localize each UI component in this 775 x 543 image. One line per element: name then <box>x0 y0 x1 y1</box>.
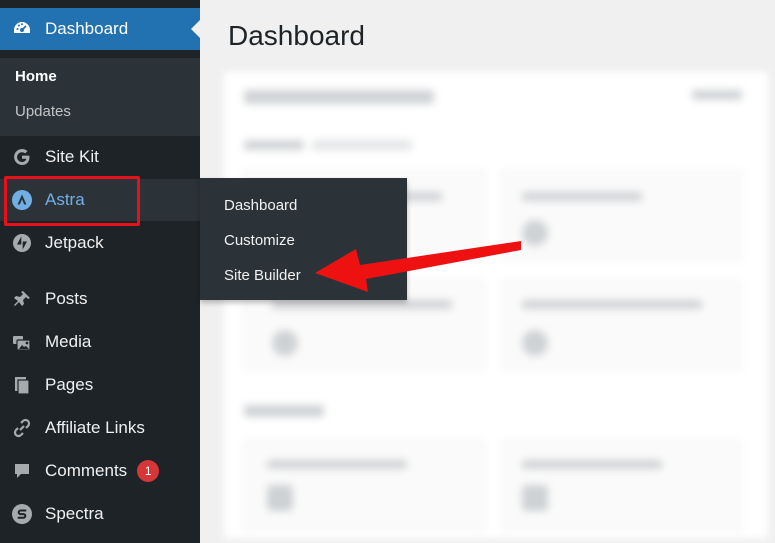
page-title: Dashboard <box>228 20 365 51</box>
link-icon <box>11 417 33 439</box>
comment-icon <box>11 460 33 482</box>
sidebar-item-spectra[interactable]: Spectra <box>0 493 200 535</box>
flyout-item-site-builder[interactable]: Site Builder <box>224 267 301 284</box>
google-g-icon <box>11 146 33 168</box>
sidebar-item-label: Astra <box>45 190 85 209</box>
pages-icon <box>11 374 33 396</box>
comment-count-badge: 1 <box>137 460 160 482</box>
media-icon <box>11 331 33 353</box>
placeholder-card <box>502 280 742 370</box>
sidebar-item-label: Jetpack <box>45 233 104 252</box>
sidebar-item-astra[interactable]: Astra <box>0 179 200 221</box>
blurred-dashboard-widgets <box>222 70 770 540</box>
astra-flyout-menu: Dashboard Customize Site Builder <box>200 178 407 300</box>
placeholder-dot <box>272 330 298 356</box>
sidebar-item-dashboard[interactable]: Dashboard <box>0 8 200 50</box>
sidebar-item-label: Site Kit <box>45 147 99 166</box>
placeholder-bar <box>312 140 412 150</box>
dashboard-gauge-icon <box>11 18 33 40</box>
sidebar-item-label: Comments <box>45 461 128 480</box>
placeholder-dot <box>522 330 548 356</box>
placeholder-bar <box>267 460 407 469</box>
pushpin-icon <box>11 288 33 310</box>
submenu-item-home[interactable]: Home <box>15 68 57 85</box>
admin-sidebar: Dashboard Home Updates Site Kit Astra Je… <box>0 0 200 543</box>
placeholder-bar <box>244 90 434 104</box>
flyout-item-dashboard[interactable]: Dashboard <box>224 197 297 214</box>
sidebar-item-affiliate-links[interactable]: Affiliate Links <box>0 407 200 449</box>
placeholder-bar <box>522 460 662 469</box>
sidebar-item-label: Pages <box>45 375 94 394</box>
flyout-item-customize[interactable]: Customize <box>224 232 295 249</box>
placeholder-bar <box>244 405 324 417</box>
placeholder-bar <box>522 192 642 201</box>
sidebar-item-posts[interactable]: Posts <box>0 278 200 320</box>
spectra-icon <box>11 503 33 525</box>
placeholder-bar <box>244 140 304 150</box>
sidebar-item-pages[interactable]: Pages <box>0 364 200 406</box>
placeholder-dot <box>267 485 293 511</box>
sidebar-item-label: Media <box>45 332 92 351</box>
sidebar-item-comments[interactable]: Comments 1 <box>0 450 200 492</box>
sidebar-item-media[interactable]: Media <box>0 321 200 363</box>
sidebar-item-label: Affiliate Links <box>45 418 145 437</box>
placeholder-bar <box>522 300 702 309</box>
sidebar-item-label: Posts <box>45 289 88 308</box>
sidebar-item-site-kit[interactable]: Site Kit <box>0 136 200 178</box>
placeholder-bar <box>692 90 742 100</box>
sidebar-item-jetpack[interactable]: Jetpack <box>0 222 200 264</box>
sidebar-item-label: Dashboard <box>45 19 129 38</box>
dashboard-submenu: Home Updates <box>0 58 200 136</box>
placeholder-dot <box>522 485 548 511</box>
placeholder-dot <box>522 220 548 246</box>
placeholder-bar <box>272 300 452 309</box>
placeholder-card <box>502 170 742 260</box>
submenu-item-updates[interactable]: Updates <box>15 103 71 120</box>
jetpack-bolt-icon <box>11 232 33 254</box>
sidebar-item-label: Spectra <box>45 504 104 523</box>
astra-logo-icon <box>11 189 33 211</box>
